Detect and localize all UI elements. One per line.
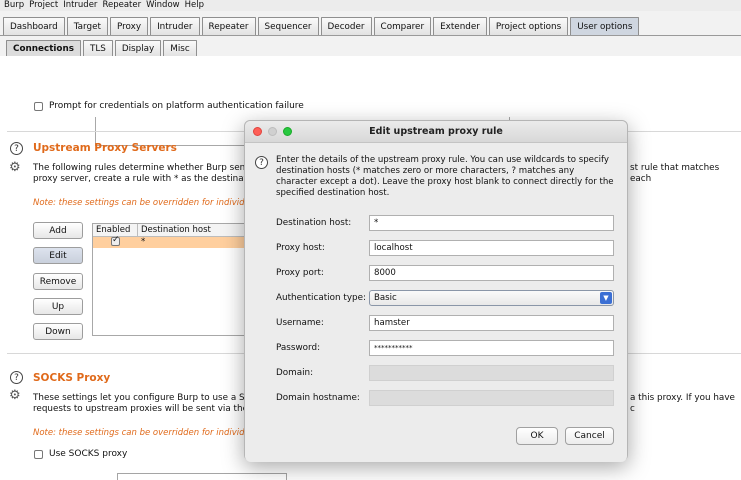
row-destination-host: * (141, 237, 146, 247)
socks-desc-right: a this proxy. If you have c (630, 393, 735, 414)
menu-intruder[interactable]: Intruder (63, 0, 97, 11)
password-label: Password: (276, 343, 321, 353)
row-enabled-checkbox[interactable] (111, 235, 120, 246)
auth-type-value: Basic (374, 293, 397, 303)
upstream-desc-line2: proxy server, create a rule with * as th… (33, 174, 255, 184)
menubar: Burp Project Intruder Repeater Window He… (0, 0, 741, 11)
upstream-note: Note: these settings can be overridden f… (33, 198, 245, 208)
socks-desc-line1: These settings let you configure Burp to… (33, 393, 252, 403)
platform-auth-checkbox[interactable] (34, 101, 43, 111)
socks-host-field[interactable] (117, 473, 287, 480)
domain-input (369, 365, 614, 381)
auth-type-label: Authentication type: (276, 293, 366, 303)
tab-misc[interactable]: Misc (163, 40, 197, 56)
password-input[interactable]: *********** (369, 340, 614, 356)
username-input[interactable]: hamster (369, 315, 614, 331)
auth-type-select[interactable]: Basic ▼ (369, 290, 614, 306)
menu-repeater[interactable]: Repeater (102, 0, 141, 11)
socks-note: Note: these settings can be overridden f… (33, 428, 245, 438)
domain-hostname-input (369, 390, 614, 406)
down-button[interactable]: Down (33, 323, 83, 340)
up-button[interactable]: Up (33, 298, 83, 315)
gear-icon[interactable]: ⚙ (9, 388, 21, 403)
tab-decoder[interactable]: Decoder (320, 17, 372, 35)
use-socks-checkbox[interactable] (34, 449, 43, 459)
tab-user-options[interactable]: User options (570, 17, 640, 35)
use-socks-label: Use SOCKS proxy (49, 449, 128, 459)
upstream-desc-line1: The following rules determine whether Bu… (33, 163, 251, 173)
tab-repeater[interactable]: Repeater (201, 17, 256, 35)
username-label: Username: (276, 318, 324, 328)
chevron-down-icon: ▼ (600, 292, 612, 304)
add-button[interactable]: Add (33, 222, 83, 239)
cancel-button[interactable]: Cancel (565, 427, 614, 445)
tab-extender[interactable]: Extender (433, 17, 487, 35)
tab-project-options[interactable]: Project options (488, 17, 569, 35)
remove-button[interactable]: Remove (33, 273, 83, 290)
tab-target[interactable]: Target (66, 17, 108, 35)
menu-burp[interactable]: Burp (4, 0, 24, 11)
help-icon: ? (255, 156, 268, 169)
gear-icon[interactable]: ⚙ (9, 160, 21, 175)
domain-label: Domain: (276, 368, 314, 378)
dest-host-input[interactable]: * (369, 215, 614, 231)
ok-button[interactable]: OK (516, 427, 558, 445)
platform-auth-label: Prompt for credentials on platform authe… (49, 101, 304, 111)
domain-hostname-label: Domain hostname: (276, 393, 360, 403)
column-header-destination-host[interactable]: Destination host (138, 224, 246, 236)
edit-upstream-proxy-dialog: Edit upstream proxy rule ? Enter the det… (244, 120, 628, 462)
upstream-rules-table[interactable]: Enabled Destination host * (92, 223, 247, 336)
tab-intruder[interactable]: Intruder (150, 17, 200, 35)
menu-help[interactable]: Help (185, 0, 204, 11)
tab-dashboard[interactable]: Dashboard (3, 17, 65, 35)
dialog-intro: Enter the details of the upstream proxy … (276, 155, 614, 198)
proxy-host-label: Proxy host: (276, 243, 325, 253)
socks-title: SOCKS Proxy (33, 372, 111, 384)
dest-host-label: Destination host: (276, 218, 352, 228)
platform-auth-row: Prompt for credentials on platform authe… (34, 101, 304, 111)
table-row[interactable]: * (93, 235, 246, 248)
tab-comparer[interactable]: Comparer (373, 17, 432, 35)
help-icon[interactable]: ? (10, 371, 23, 384)
proxy-port-input[interactable]: 8000 (369, 265, 614, 281)
menu-project[interactable]: Project (29, 0, 58, 11)
proxy-host-input[interactable]: localhost (369, 240, 614, 256)
edit-button[interactable]: Edit (33, 247, 83, 264)
tab-tls[interactable]: TLS (82, 40, 113, 56)
main-tab-bar: Dashboard Target Proxy Intruder Repeater… (3, 13, 641, 35)
row-enabled-cell[interactable] (93, 235, 138, 248)
dialog-titlebar: Edit upstream proxy rule (245, 121, 627, 143)
dialog-title: Edit upstream proxy rule (369, 126, 503, 137)
menu-window[interactable]: Window (146, 0, 180, 11)
main-tab-divider (0, 35, 741, 36)
tab-sequencer[interactable]: Sequencer (257, 17, 319, 35)
sub-tab-bar: Connections TLS Display Misc (6, 37, 199, 56)
tab-display[interactable]: Display (114, 40, 162, 56)
dialog-body: ? Enter the details of the upstream prox… (245, 143, 627, 462)
tab-proxy[interactable]: Proxy (109, 17, 149, 35)
use-socks-row: Use SOCKS proxy (34, 449, 127, 459)
upstream-title: Upstream Proxy Servers (33, 142, 177, 154)
socks-desc-line2: requests to upstream proxies will be sen… (33, 404, 248, 414)
tab-connections[interactable]: Connections (6, 40, 81, 56)
help-icon[interactable]: ? (10, 142, 23, 155)
proxy-port-label: Proxy port: (276, 268, 324, 278)
upstream-desc-right: st rule that matches each (630, 163, 720, 184)
